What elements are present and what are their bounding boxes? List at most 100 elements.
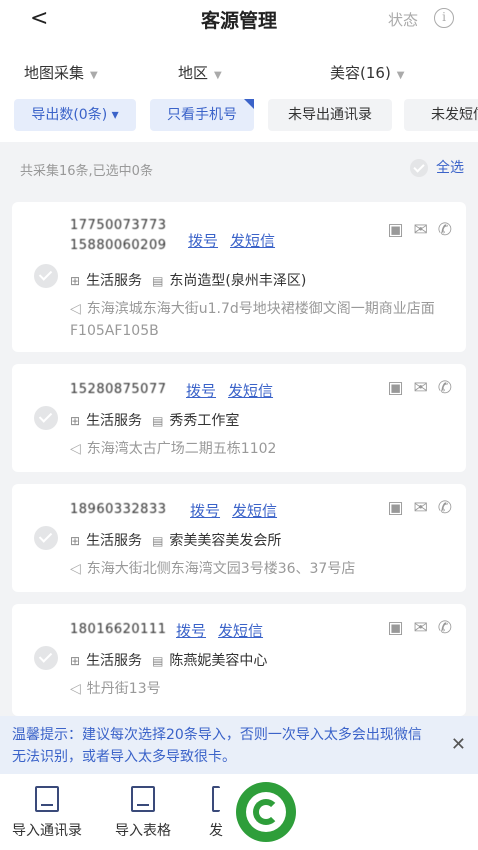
check-circle-icon — [34, 646, 58, 670]
card-links: 拨号 发短信 — [176, 620, 275, 641]
tip-text: 温馨提示：建议每次选择20条导入，否则一次导入太多会出现微信无法识别，或者导入太… — [12, 727, 422, 765]
phone-number: 18960332833 — [70, 502, 167, 517]
card-category: 生活服务 — [86, 273, 143, 289]
filter-source-label: 地图采集 — [24, 64, 85, 82]
briefcase-icon: ⊞ — [70, 654, 81, 668]
card-checkbox[interactable] — [34, 406, 58, 430]
contact-card-icon[interactable]: ▣ — [387, 498, 403, 518]
chip-row: 导出数(0条) ▾ 只看手机号 未导出通讯录 未发短信 — [0, 92, 478, 142]
card-meta: ⊞ 生活服务 ▤ 东尚造型(泉州丰泽区) — [70, 270, 306, 290]
card-shop-name: 陈燕妮美容中心 — [169, 653, 268, 669]
chip-phone-only-label: 只看手机号 — [167, 107, 237, 123]
filter-industry[interactable]: 美容(16) ▼ — [330, 62, 405, 83]
card-checkbox[interactable] — [34, 264, 58, 288]
card-address-row: ◁ 牡丹街13号 — [70, 678, 460, 700]
status-button[interactable]: 状态 — [388, 9, 418, 30]
shop-icon: ▤ — [152, 274, 164, 288]
chip-export-count[interactable]: 导出数(0条) ▾ — [14, 99, 136, 131]
import-contacts-label: 导入通讯录 — [12, 823, 82, 839]
shop-icon: ▤ — [152, 534, 164, 548]
phone-number: 15880060209 — [70, 238, 167, 253]
message-icon[interactable]: ✉ — [414, 220, 428, 240]
filter-bar: 地图采集 ▼ 地区 ▼ 美容(16) ▼ — [0, 40, 478, 92]
dial-link[interactable]: 拨号 — [188, 232, 218, 250]
close-icon[interactable]: ✕ — [451, 734, 466, 755]
phone-icon[interactable]: ✆ — [438, 220, 452, 240]
phone-numbers: 18016620111 — [70, 620, 166, 640]
import-sheet-button[interactable]: 导入表格 — [98, 774, 188, 840]
import-contacts-button[interactable]: 导入通讯录 — [2, 774, 92, 840]
phone-icon[interactable]: ✆ — [438, 498, 452, 518]
check-circle-icon — [34, 264, 58, 288]
location-arrow-icon: ◁ — [70, 441, 81, 457]
sms-link[interactable]: 发短信 — [218, 622, 263, 640]
dial-link[interactable]: 拨号 — [190, 502, 220, 520]
card-category: 生活服务 — [86, 653, 143, 669]
tip-banner: 温馨提示：建议每次选择20条导入，否则一次导入太多会出现微信无法识别，或者导入太… — [0, 716, 478, 774]
card-shop-name: 索美美容美发会所 — [169, 533, 282, 549]
dial-link[interactable]: 拨号 — [176, 622, 206, 640]
phone-icon[interactable]: ✆ — [438, 378, 452, 398]
check-circle-icon — [410, 159, 428, 177]
card-actions: ▣ ✉ ✆ — [377, 378, 452, 398]
dial-link[interactable]: 拨号 — [186, 382, 216, 400]
customer-card[interactable]: 17750073773 15880060209 拨号 发短信 ▣ ✉ ✆ ⊞ 生活服务 ▤… — [12, 202, 466, 352]
sheet-import-icon — [131, 786, 155, 812]
card-links: 拨号 发短信 — [188, 230, 287, 251]
filter-source[interactable]: 地图采集 ▼ — [24, 62, 98, 83]
phone-number: 15280875077 — [70, 382, 167, 397]
contact-book-icon — [35, 786, 59, 812]
sms-link[interactable]: 发短信 — [228, 382, 273, 400]
card-actions: ▣ ✉ ✆ — [377, 498, 452, 518]
briefcase-icon: ⊞ — [70, 274, 81, 288]
chevron-down-icon: ▼ — [396, 70, 405, 81]
location-arrow-icon: ◁ — [70, 561, 81, 577]
sms-link[interactable]: 发短信 — [230, 232, 275, 250]
message-icon[interactable]: ✉ — [414, 498, 428, 518]
card-address: 东海滨城东海大街u1.7d号地块裙楼御文阁一期商业店面F105AF105B — [70, 301, 435, 339]
contact-card-icon[interactable]: ▣ — [387, 220, 403, 240]
card-meta: ⊞ 生活服务 ▤ 秀秀工作室 — [70, 410, 239, 430]
card-address: 牡丹街13号 — [86, 681, 161, 697]
chip-phone-only[interactable]: 只看手机号 — [150, 99, 254, 131]
phone-numbers: 17750073773 15880060209 — [70, 216, 166, 256]
message-icon[interactable]: ✉ — [414, 618, 428, 638]
contact-card-icon[interactable]: ▣ — [387, 618, 403, 638]
selection-count: 共采集16条,已选中0条 — [20, 164, 153, 179]
card-actions: ▣ ✉ ✆ — [377, 618, 452, 638]
phone-number: 18016620111 — [70, 622, 167, 637]
send-icon — [212, 786, 220, 812]
info-icon[interactable]: i — [434, 8, 454, 28]
nav-bar: < 客源管理 状态 i — [0, 0, 478, 40]
phone-numbers: 18960332833 — [70, 500, 166, 520]
card-checkbox[interactable] — [34, 646, 58, 670]
card-links: 拨号 发短信 — [190, 500, 289, 521]
card-checkbox[interactable] — [34, 526, 58, 550]
card-shop-name: 东尚造型(泉州丰泽区) — [169, 273, 307, 289]
location-arrow-icon: ◁ — [70, 301, 81, 317]
select-all-button[interactable]: 全选 — [410, 157, 464, 177]
chevron-down-icon: ▼ — [90, 70, 98, 81]
selected-corner-icon — [244, 99, 254, 109]
card-actions: ▣ ✉ ✆ — [377, 220, 452, 240]
sms-link[interactable]: 发短信 — [232, 502, 277, 520]
phone-icon[interactable]: ✆ — [438, 618, 452, 638]
contact-card-icon[interactable]: ▣ — [387, 378, 403, 398]
summary-bar: 共采集16条,已选中0条 全选 — [0, 142, 478, 192]
customer-card[interactable]: 18960332833 拨号 发短信 ▣ ✉ ✆ ⊞ 生活服务 ▤ 索美美容美发会所 ◁ 东海… — [12, 484, 466, 592]
customer-card[interactable]: 18016620111 拨号 发短信 ▣ ✉ ✆ ⊞ 生活服务 ▤ 陈燕妮美容中心 ◁ 牡丹街… — [12, 604, 466, 716]
phone-number: 17750073773 — [70, 218, 167, 233]
customer-card[interactable]: 15280875077 拨号 发短信 ▣ ✉ ✆ ⊞ 生活服务 ▤ 秀秀工作室 ◁ 东海湾太古… — [12, 364, 466, 472]
filter-region[interactable]: 地区 ▼ — [178, 62, 222, 83]
logo-letter-g — [253, 799, 279, 825]
card-shop-name: 秀秀工作室 — [169, 413, 240, 429]
card-address-row: ◁ 东海大街北侧东海湾文园3号楼36、37号店 — [70, 558, 460, 580]
card-category: 生活服务 — [86, 533, 143, 549]
chip-not-exported[interactable]: 未导出通讯录 — [268, 99, 392, 131]
phone-numbers: 15280875077 — [70, 380, 166, 400]
message-icon[interactable]: ✉ — [414, 378, 428, 398]
filter-region-label: 地区 — [178, 64, 209, 82]
card-category: 生活服务 — [86, 413, 143, 429]
chip-no-sms[interactable]: 未发短信 — [404, 99, 478, 131]
filter-industry-label: 美容(16) — [330, 64, 391, 82]
